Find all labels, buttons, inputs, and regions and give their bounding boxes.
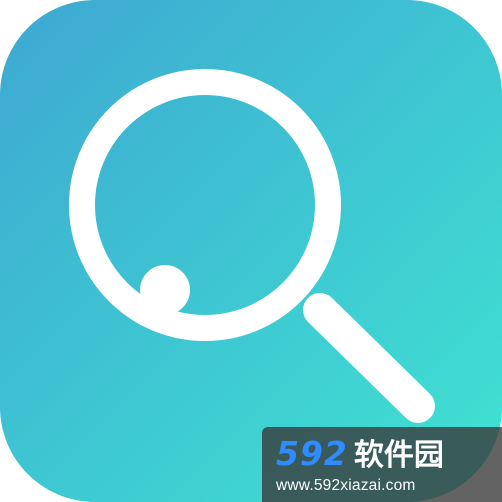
watermark-site-name: 软件园 xyxy=(353,438,444,473)
screenshot-canvas: 592 软件园 www.592xiazai.com xyxy=(0,0,502,502)
watermark-title: 592 软件园 xyxy=(276,437,492,471)
site-watermark: 592 软件园 www.592xiazai.com xyxy=(262,427,502,502)
watermark-site-url: www.592xiazai.com xyxy=(276,477,416,494)
magnifier-lens-highlight xyxy=(140,265,190,315)
watermark-site-number: 592 xyxy=(276,434,348,473)
